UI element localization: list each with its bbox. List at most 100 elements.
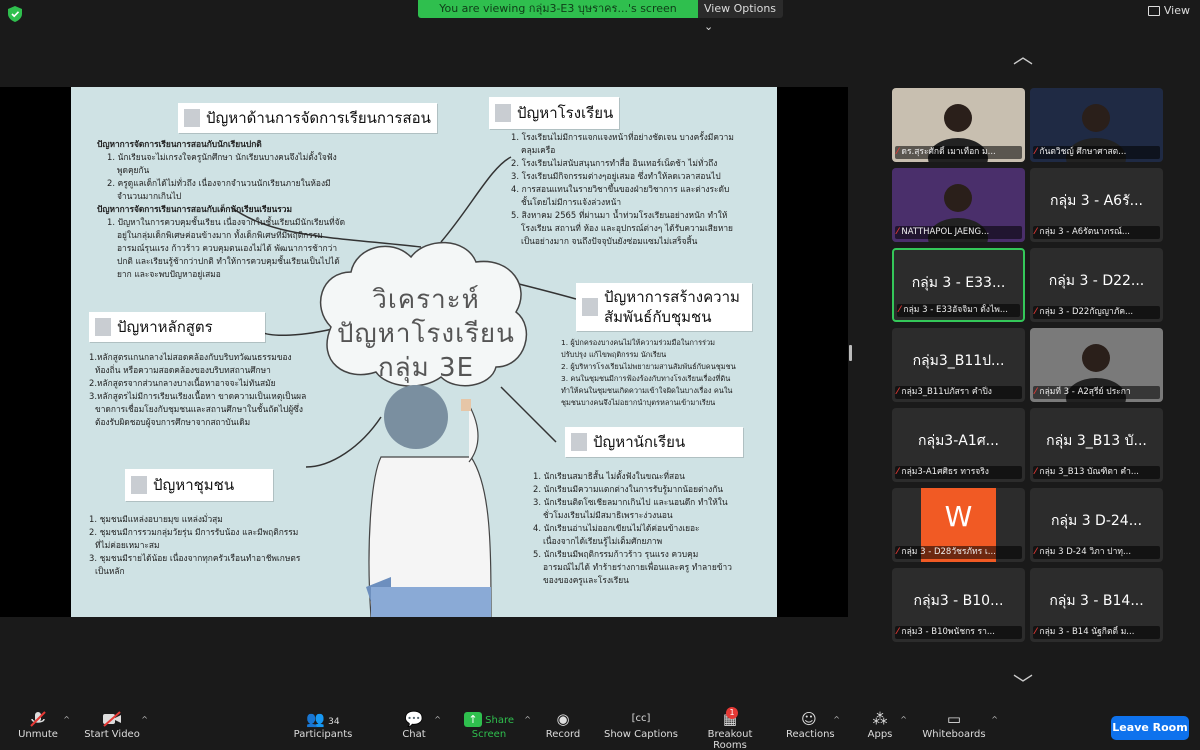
gallery-scroll-up-icon[interactable]: ︿ (1013, 40, 1033, 69)
students-line: 1. นักเรียนสมาธิสั้น ไม่ตั้งฟังในขณะที่ส… (533, 471, 685, 481)
camera-off-icon (84, 709, 140, 729)
reactions-label: Reactions (786, 729, 835, 740)
participants-count: 34 (328, 717, 340, 727)
participant-tile[interactable]: ⁄ ดร.สุระศักดิ์ เมาเทือก ม... (892, 88, 1025, 162)
students-line: ของของครูและโรงเรียน (543, 575, 629, 585)
caret-up-icon[interactable]: ^ (524, 715, 531, 724)
participant-name-label: ⁄ กลุ่ม 3_B13 บัณฑิตา คำ... (1033, 466, 1160, 479)
community-line: 1. ชุมชนมีแหล่งอบายมุข แหล่งมั่วสุม (89, 514, 223, 524)
mic-muted-icon: ⁄ (1035, 147, 1037, 157)
view-button[interactable]: View (1147, 4, 1190, 17)
school-line: 5. สิงหาคม 2565 ที่ผ่านมา น้ำท่วมโรงเรีย… (511, 210, 728, 220)
participant-name-label: ⁄ กลุ่ม 3 - D28วัชรภัทร เ... (895, 546, 1022, 559)
mic-muted-icon: ⁄ (1035, 307, 1037, 317)
students-line: 4. นักเรียนอ่านไม่ออกเขียนไม่ได้ค่อนข้าง… (533, 523, 700, 533)
teaching-line: พูดคุยกัน (117, 165, 150, 175)
participant-name: กลุ่ม 3_B13 บัณฑิตา คำ... (1039, 467, 1139, 477)
start-video-label: Start Video (84, 729, 140, 740)
mic-muted-icon: ⁄ (1035, 467, 1037, 477)
teaching-line: 2. ครูดูแลเด็กได้ไม่ทั่วถึง เนื่องจากจำน… (107, 178, 331, 188)
students-text: 1. นักเรียนสมาธิสั้น ไม่ตั้งฟังในขณะที่ส… (533, 470, 763, 587)
participant-name-label: ⁄ กลุ่ม3-A1ศศิธร ทารจริง (895, 466, 1022, 479)
whiteboard-icon: ▭ (946, 710, 962, 728)
participants-label: Participants (293, 729, 353, 740)
caret-up-icon[interactable]: ^ (833, 715, 840, 724)
leave-room-button[interactable]: Leave Room (1111, 716, 1189, 740)
community-text: 1. ชุมชนมีแหล่งอบายมุข แหล่งมั่วสุม 2. ช… (89, 513, 349, 578)
students-line: 3. นักเรียนติดโซเชียลมากเกินไป และนอนดึก… (533, 497, 728, 507)
show-captions-button[interactable]: [cc] Show Captions (604, 709, 678, 740)
participant-display-name: กลุ่ม 3 - D22... (1048, 273, 1145, 289)
reactions-button[interactable]: ☺ Reactions ^ (786, 709, 840, 740)
label-school-text: ปัญหาโรงเรียน (517, 104, 614, 122)
mic-muted-icon: ⁄ (1035, 547, 1037, 557)
participant-tile[interactable]: ⁄ NATTHAPOL JAENG... (892, 168, 1025, 242)
gallery-scroll-down-icon[interactable]: ﹀ (1013, 668, 1033, 697)
record-label: Record (545, 729, 581, 740)
participant-display-name: กลุ่ม 3 - B14... (1049, 593, 1144, 609)
caret-up-icon[interactable]: ^ (434, 715, 441, 724)
label-community-rel-text: ปัญหาการสร้างความสัมพันธ์กับชุมชน (604, 288, 740, 326)
people-icon: 👥 34 (306, 710, 340, 728)
zoom-window: You are viewing กลุ่ม3-E3 บุษราคร...'s s… (0, 0, 1200, 750)
security-shield-icon[interactable] (8, 6, 22, 22)
caret-up-icon[interactable]: ^ (141, 715, 148, 724)
curriculum-line: 1.หลักสูตรแกนกลางไม่สอดคล้องกับบริบทวัฒน… (89, 352, 292, 362)
view-options-label: View Options (704, 2, 777, 15)
school-line: ชั้นโดยไม่มีการแจ้งล่วงหน้า (521, 197, 622, 207)
mic-muted-icon: ⁄ (897, 547, 899, 557)
mic-muted-icon: ⁄ (897, 227, 899, 237)
caret-up-icon[interactable]: ^ (63, 715, 70, 724)
participant-tile[interactable]: กลุ่ม 3_B13 บั... ⁄ กลุ่ม 3_B13 บัณฑิตา คำ… (1030, 408, 1163, 482)
participant-tile[interactable]: W ⁄ กลุ่ม 3 - D28วัชรภัทร เ... (892, 488, 1025, 562)
label-teaching-text: ปัญหาด้านการจัดการเรียนการสอน (206, 109, 431, 127)
apps-button[interactable]: ⁂ Apps ^ (865, 709, 907, 740)
participant-tile[interactable]: กลุ่ม 3 - B14... ⁄ กลุ่ม 3 - B14 นัฐกิตติ์… (1030, 568, 1163, 642)
participant-name-label: ⁄ กลุ่ม 3 - B14 นัฐกิตติ์ ม... (1033, 626, 1160, 639)
split-resize-handle[interactable] (849, 345, 852, 361)
share-screen-button[interactable]: ↑ Share Screen ^ (455, 709, 531, 740)
participant-tile[interactable]: ⁄ กันตวิชญ์ ศึกษาศาสต... (1030, 88, 1163, 162)
caret-up-icon[interactable]: ^ (991, 715, 998, 724)
view-options-button[interactable]: View Options ⌄ (698, 0, 783, 33)
participant-name: กลุ่ม3_B11ปภัสรา คำปิ๋ง (901, 387, 992, 397)
record-button[interactable]: ◉ Record (543, 709, 583, 740)
participant-tile[interactable]: ⁄ กลุ่มที่ 3 - A2สุรีย์ ประกา (1030, 328, 1163, 402)
participant-name: NATTHAPOL JAENG... (901, 227, 990, 237)
captions-label: Show Captions (604, 729, 678, 740)
whiteboards-button[interactable]: ▭ Whiteboards ^ (922, 709, 998, 740)
participant-display-name: กลุ่ม 3_B13 บั... (1046, 433, 1147, 449)
participant-tile[interactable]: กลุ่ม 3 - D22... ⁄ กลุ่ม 3 - D22กัญญาภัค..… (1030, 248, 1163, 322)
participant-name: กลุ่มที่ 3 - A2สุรีย์ ประกา (1039, 387, 1131, 397)
chevron-down-icon: ⌄ (704, 20, 714, 33)
participant-name: กลุ่ม3 - B10พนัชกร รา... (901, 627, 995, 637)
participant-tile[interactable]: กลุ่ม 3 - E33... ⁄ กลุ่ม 3 - E33อัจจิมา ตั… (892, 248, 1025, 322)
mic-muted-icon: ⁄ (1035, 387, 1037, 397)
breakout-label: Breakout Rooms (707, 729, 753, 750)
participant-display-name: W (944, 500, 973, 533)
breakout-badge: 1 (726, 707, 738, 719)
community-rel-line: 1. ผู้ปกครองบางคนไม่ให้ความร่วมมือในการร… (561, 338, 716, 347)
start-video-button[interactable]: Start Video ^ (84, 709, 148, 740)
teaching-line: อารมณ์รุนแรง ก้าวร้าว ควบคุมตนเองไม่ได้ … (117, 243, 338, 253)
label-community-rel: ปัญหาการสร้างความสัมพันธ์กับชุมชน (576, 283, 752, 331)
caret-up-icon[interactable]: ^ (900, 715, 907, 724)
participant-tile[interactable]: กลุ่ม3-A1ศ... ⁄ กลุ่ม3-A1ศศิธร ทารจริง (892, 408, 1025, 482)
placeholder-square (582, 298, 598, 316)
participants-button[interactable]: 👥 34 Participants (292, 709, 354, 740)
school-line: 2. โรงเรียนไม่สนับสนุนการทำสื่อ อินเทอร์… (511, 158, 718, 168)
chat-button[interactable]: 💬 Chat ^ (399, 709, 441, 740)
unmute-button[interactable]: Unmute ^ (18, 709, 70, 740)
teaching-line: 1. ปัญหาในการควบคุมชั้นเรียน เนื่องจากใน… (107, 217, 346, 227)
participant-name-label: ⁄ ดร.สุระศักดิ์ เมาเทือก ม... (895, 146, 1022, 159)
breakout-rooms-button[interactable]: ▦ 1 Breakout Rooms (690, 707, 770, 750)
participant-tile[interactable]: กลุ่ม3 - B10... ⁄ กลุ่ม3 - B10พนัชกร รา... (892, 568, 1025, 642)
participant-tile[interactable]: กลุ่ม 3 - A6รั... ⁄ กลุ่ม 3 - A6รัตนาภรณ์.… (1030, 168, 1163, 242)
participant-tile[interactable]: กลุ่ม 3 D-24... ⁄ กลุ่ม 3 D-24 วิภา ปาทุ..… (1030, 488, 1163, 562)
record-icon: ◉ (556, 710, 570, 728)
mic-muted-icon: ⁄ (897, 467, 899, 477)
school-line: 4. การสอนแทนในรายวิชาขึ้นของฝ่ายวิชาการ … (511, 184, 730, 194)
participant-tile[interactable]: กลุ่ม3_B11ป... ⁄ กลุ่ม3_B11ปภัสรา คำปิ๋ง (892, 328, 1025, 402)
label-community: ปัญหาชุมชน (125, 469, 273, 501)
participant-name-label: ⁄ กลุ่ม3 - B10พนัชกร รา... (895, 626, 1022, 639)
